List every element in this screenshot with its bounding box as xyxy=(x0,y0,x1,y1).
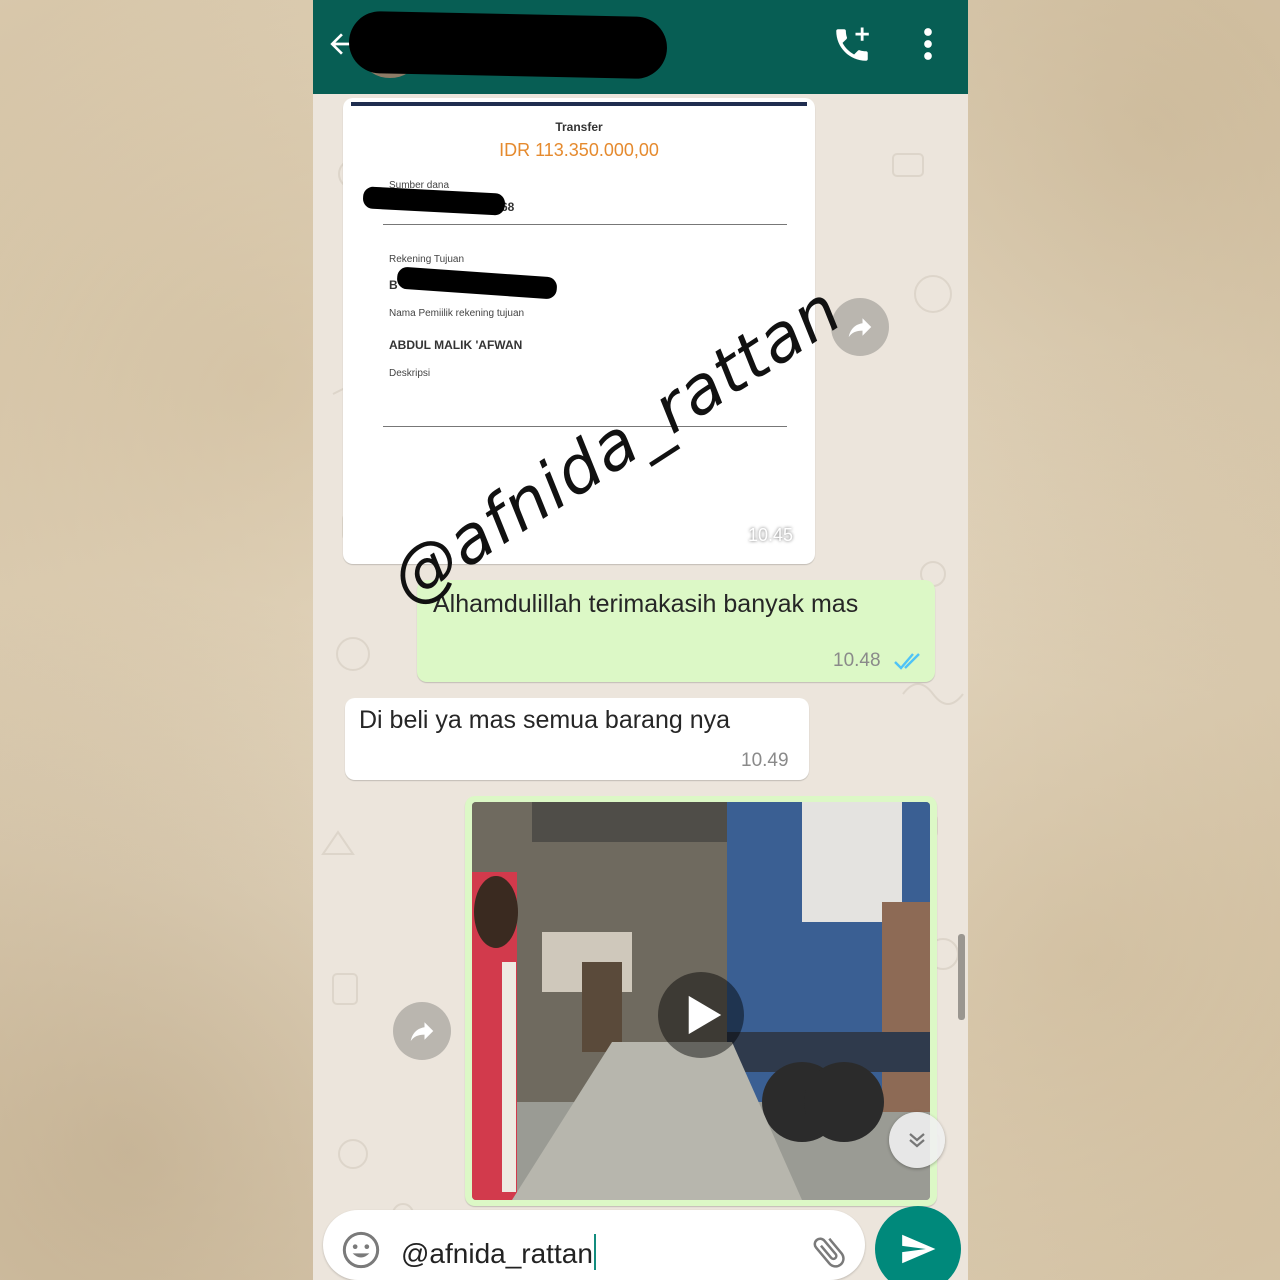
forward-button[interactable] xyxy=(831,298,889,356)
transfer-receipt: Transfer IDR 113.350.000,00 Sumber dana … xyxy=(351,102,807,558)
message-input-text: @afnida_rattan xyxy=(401,1238,593,1269)
receipt-divider-bottom xyxy=(383,426,787,427)
text-caret xyxy=(593,1234,596,1270)
chevron-double-down-icon xyxy=(909,1133,925,1148)
chat-screen: Transfer IDR 113.350.000,00 Sumber dana … xyxy=(313,0,968,1280)
message-time: 10.49 xyxy=(741,750,789,771)
message-time: 10.48 xyxy=(833,650,881,671)
video-message[interactable] xyxy=(465,796,937,1206)
owner-label: Nama Pemiilik rekening tujuan xyxy=(389,308,525,319)
forward-icon xyxy=(848,318,872,337)
receipt-image-message[interactable]: Transfer IDR 113.350.000,00 Sumber dana … xyxy=(343,98,815,564)
message-composer[interactable]: @afnida_rattan xyxy=(323,1210,865,1280)
attach-icon[interactable] xyxy=(809,1232,849,1272)
receipt-divider xyxy=(383,224,787,225)
chat-header xyxy=(313,0,968,94)
more-vert-icon[interactable] xyxy=(917,26,939,62)
play-icon xyxy=(688,995,722,1035)
forward-icon xyxy=(410,1022,434,1041)
receipt-title: Transfer xyxy=(555,120,603,134)
owner-name: ABDUL MALIK 'AFWAN xyxy=(389,338,523,352)
video-thumbnail[interactable] xyxy=(472,802,930,1200)
message-text: Alhamdulillah terimakasih banyak mas xyxy=(433,590,859,618)
destination-redaction xyxy=(396,266,558,300)
scrollbar-thumb[interactable] xyxy=(958,934,965,1020)
message-time: 10.45 xyxy=(747,525,793,545)
message-text: Di beli ya mas semua barang nya xyxy=(359,706,731,734)
description-label: Deskripsi xyxy=(389,368,431,379)
send-icon xyxy=(902,1234,936,1264)
source-redaction xyxy=(362,186,506,216)
forward-button[interactable] xyxy=(393,1002,451,1060)
message-input[interactable]: @afnida_rattan xyxy=(401,1234,596,1270)
receipt-amount: IDR 113.350.000,00 xyxy=(499,140,659,160)
destination-label: Rekening Tujuan xyxy=(389,254,465,265)
read-ticks-icon xyxy=(894,653,920,670)
scroll-to-bottom-button[interactable] xyxy=(889,1112,945,1168)
play-button[interactable] xyxy=(658,972,744,1058)
outgoing-message[interactable]: Alhamdulillah terimakasih banyak mas 10.… xyxy=(417,580,935,682)
emoji-icon[interactable] xyxy=(341,1230,381,1270)
contact-name-redaction xyxy=(348,10,668,80)
add-call-icon[interactable] xyxy=(831,24,873,66)
incoming-message[interactable]: Di beli ya mas semua barang nya 10.49 xyxy=(345,698,809,780)
